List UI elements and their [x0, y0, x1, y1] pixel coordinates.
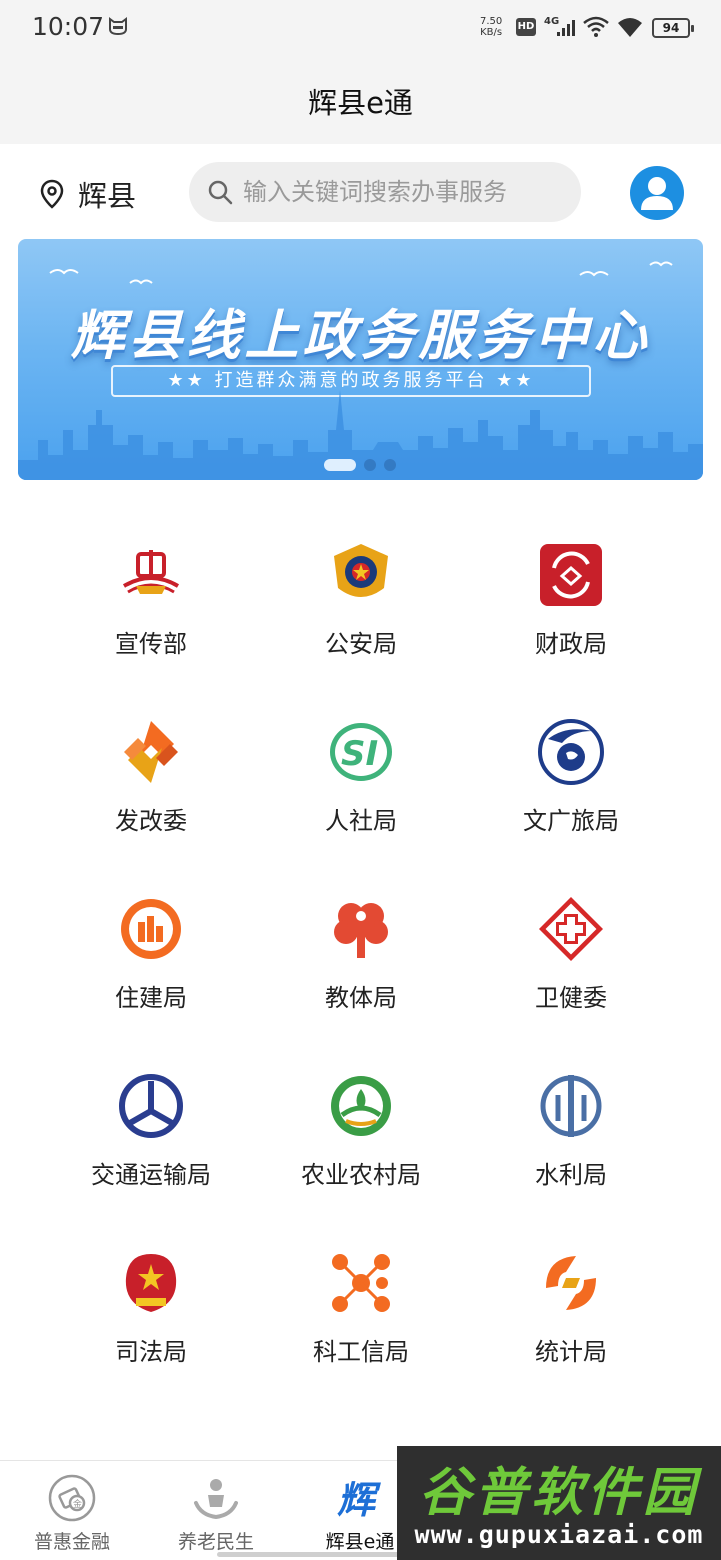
location-city: 辉县	[78, 179, 137, 213]
justice-bureau-icon	[125, 1254, 177, 1312]
watermark: 谷普软件园 www.gupuxiazai.com	[397, 1446, 721, 1560]
department-label: 交通运输局	[91, 1161, 211, 1189]
department-item[interactable]: 科工信局	[256, 1228, 466, 1378]
search-icon	[208, 180, 233, 205]
department-item[interactable]: 卫健委	[466, 874, 676, 1024]
watermark-url: www.gupuxiazai.com	[414, 1520, 704, 1549]
social-security-si-icon: SI	[330, 723, 392, 781]
department-label: 财政局	[535, 630, 607, 658]
culture-tourism-icon	[538, 719, 604, 785]
banner-dot[interactable]	[324, 459, 356, 471]
health-commission-icon	[539, 897, 603, 961]
department-item[interactable]: 发改委	[46, 697, 256, 847]
network-type: 4G	[544, 16, 559, 27]
department-item[interactable]: 交通运输局	[46, 1051, 256, 1201]
department-item[interactable]: 宣传部	[46, 520, 256, 670]
banner-dot[interactable]	[364, 459, 376, 471]
department-item[interactable]: 司法局	[46, 1228, 256, 1378]
department-label: 卫健委	[535, 984, 607, 1012]
network-speed-value: 7.50	[480, 16, 503, 27]
watermark-title: 谷普软件园	[418, 1463, 699, 1523]
promo-banner[interactable]: 辉县线上政务服务中心 ★★ 打造群众满意的政务服务平台 ★★	[18, 239, 703, 480]
department-label: 教体局	[325, 984, 397, 1012]
title-bar: 辉县e通	[0, 56, 721, 144]
network-speed-unit: KB/s	[480, 27, 503, 38]
department-label: 农业农村局	[301, 1161, 421, 1189]
department-label: 人社局	[325, 807, 397, 835]
wifi-strength-icon	[618, 18, 642, 37]
user-avatar-button[interactable]	[630, 166, 684, 220]
department-item[interactable]: 教体局	[256, 874, 466, 1024]
page-title: 辉县e通	[308, 86, 413, 120]
agriculture-bureau-icon	[331, 1076, 391, 1136]
search-bar[interactable]	[189, 162, 581, 222]
department-label: 科工信局	[313, 1338, 409, 1366]
banner-pagination	[324, 459, 396, 471]
water-resources-icon	[540, 1075, 602, 1137]
elderly-care-icon	[194, 1479, 238, 1520]
search-input[interactable]	[243, 178, 563, 206]
hd-badge: HD	[516, 18, 536, 36]
network-speed: 7.50 KB/s	[480, 16, 502, 38]
department-label: 统计局	[535, 1338, 607, 1366]
department-label: 司法局	[115, 1338, 187, 1366]
nav-item-elderly[interactable]: 养老民生	[144, 1461, 288, 1560]
location-selector[interactable]: 辉县	[40, 174, 136, 214]
department-label: 住建局	[115, 984, 187, 1012]
statistics-bureau-icon	[546, 1256, 596, 1310]
department-label: 文广旅局	[523, 807, 619, 835]
department-label: 水利局	[535, 1161, 607, 1189]
nav-label-finance: 普惠金融	[33, 1531, 110, 1553]
battery-icon: 94	[652, 18, 694, 38]
status-time: 10:07	[32, 12, 105, 41]
location-pin-icon	[40, 179, 64, 209]
department-item[interactable]: 财政局	[466, 520, 676, 670]
development-reform-icon	[124, 721, 178, 783]
department-label: 公安局	[325, 630, 397, 658]
banner-dot[interactable]	[384, 459, 396, 471]
police-emblem-icon	[334, 544, 388, 597]
user-icon	[641, 177, 673, 210]
transport-bureau-icon	[119, 1074, 183, 1138]
education-sports-icon	[334, 903, 388, 958]
cellular-signal-icon: 4G	[544, 16, 575, 36]
inclusive-finance-icon: 金	[48, 1474, 96, 1522]
department-item[interactable]: 水利局	[466, 1051, 676, 1201]
nav-item-finance[interactable]: 金 普惠金融	[0, 1461, 144, 1560]
svg-text:SI: SI	[341, 734, 378, 774]
department-item[interactable]: 公安局	[256, 520, 466, 670]
banner-title: 辉县线上政务服务中心	[70, 304, 651, 367]
propaganda-dept-icon	[122, 550, 180, 594]
nav-label-elderly: 养老民生	[177, 1531, 254, 1553]
department-item[interactable]: 文广旅局	[466, 697, 676, 847]
department-item[interactable]: SI 人社局	[256, 697, 466, 847]
huixian-app-icon: 辉	[337, 1478, 381, 1522]
finance-bureau-icon	[540, 544, 602, 606]
svg-text:辉: 辉	[337, 1478, 381, 1522]
notification-cat-icon	[109, 17, 127, 35]
department-item[interactable]: 统计局	[466, 1228, 676, 1378]
department-item[interactable]: 住建局	[46, 874, 256, 1024]
status-bar: 10:07 7.50 KB/s HD 4G 94	[0, 0, 721, 56]
department-label: 宣传部	[115, 630, 187, 658]
sci-tech-industry-icon	[332, 1254, 390, 1312]
department-item[interactable]: 农业农村局	[256, 1051, 466, 1201]
wifi-icon	[583, 16, 609, 37]
department-label: 发改委	[115, 807, 187, 835]
housing-construction-icon	[121, 899, 181, 959]
svg-text:金: 金	[73, 1498, 82, 1510]
